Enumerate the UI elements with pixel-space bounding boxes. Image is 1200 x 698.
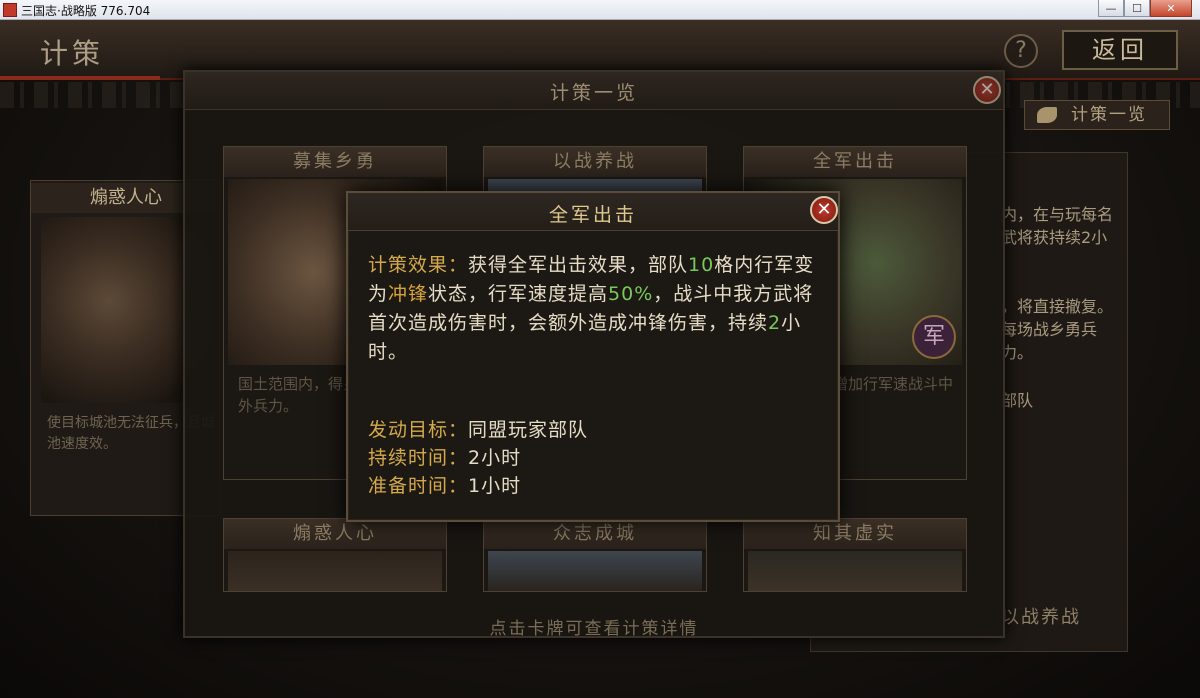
app-icon [3, 3, 17, 17]
strategy-card[interactable]: 众志成城 [483, 518, 707, 592]
window-close-button[interactable]: ✕ [1150, 0, 1192, 17]
target-value: 同盟玩家部队 [468, 419, 589, 441]
tab-label: 计策一览 [1071, 105, 1147, 125]
effect-range-value: 10 [688, 254, 715, 276]
strategy-detail-modal: 全军出击 ✕ 计策效果：获得全军出击效果，部队10格内行军变为冲锋状态，行军速度… [346, 191, 840, 522]
window-titlebar: 三国志·战略版 776.704 — ☐ ✕ [0, 0, 1200, 20]
duration-label: 持续时间： [368, 447, 469, 469]
target-label: 发动目标： [368, 419, 469, 441]
duration-row: 持续时间：2小时 [368, 443, 521, 470]
help-button[interactable]: ? [1004, 34, 1038, 68]
leaf-icon [1037, 107, 1057, 123]
bg-right-text-3: 部队 [1001, 391, 1034, 410]
overview-header: 计策一览 ✕ [185, 72, 1003, 110]
back-button[interactable]: 返回 [1062, 30, 1178, 70]
card-art [488, 551, 702, 591]
card-title: 全军出击 [744, 147, 966, 177]
detail-header: 全军出击 ✕ [348, 193, 838, 231]
effect-text: 获得全军出击效果，部队 [468, 254, 689, 276]
maximize-button[interactable]: ☐ [1124, 0, 1150, 17]
card-art [228, 551, 442, 591]
detail-close-icon[interactable]: ✕ [810, 196, 838, 224]
header-accent [0, 76, 160, 80]
effect-label: 计策效果： [368, 254, 469, 276]
overview-close-icon[interactable]: ✕ [973, 76, 1001, 104]
tab-strategy-list[interactable]: 计策一览 [1024, 100, 1170, 130]
detail-effect-text: 计策效果：获得全军出击效果，部队10格内行军变为冲锋状态，行军速度提高50%，战… [368, 251, 822, 367]
card-title: 募集乡勇 [224, 147, 446, 177]
bg-right-text-2: ，将直接撤复。每场战乡勇兵力。 [1001, 297, 1114, 362]
effect-duration-value: 2 [768, 312, 782, 334]
card-title: 众志成城 [484, 519, 706, 549]
card-title: 煽惑人心 [224, 519, 446, 549]
duration-value: 2小时 [468, 447, 522, 469]
bg-right-text-1: 内，在与玩每名武将获持续2小 [1001, 205, 1114, 247]
prep-label: 准备时间： [368, 475, 469, 497]
card-title: 以战养战 [484, 147, 706, 177]
strategy-card[interactable]: 知其虚实 [743, 518, 967, 592]
overview-title: 计策一览 [549, 82, 638, 104]
target-row: 发动目标：同盟玩家部队 [368, 415, 588, 442]
prep-value: 1小时 [468, 475, 522, 497]
effect-state-highlight: 冲锋 [388, 283, 429, 305]
effect-text: 状态，行军速度提高 [428, 283, 609, 305]
effect-speed-value: 50% [608, 283, 654, 305]
card-art [748, 551, 962, 591]
detail-title: 全军出击 [548, 204, 637, 226]
page-title: 计策 [40, 37, 105, 70]
window-controls: — ☐ ✕ [1098, 0, 1192, 17]
card-title: 知其虚实 [744, 519, 966, 549]
strategy-card[interactable]: 煽惑人心 [223, 518, 447, 592]
window-title: 三国志·战略版 776.704 [21, 4, 151, 18]
bg-right-bottom-label: 以战养战 [1001, 607, 1081, 628]
army-seal-icon: 军 [912, 315, 956, 359]
prep-row: 准备时间：1小时 [368, 471, 521, 498]
overview-hint: 点击卡牌可查看计策详情 [489, 619, 699, 639]
minimize-button[interactable]: — [1098, 0, 1124, 17]
